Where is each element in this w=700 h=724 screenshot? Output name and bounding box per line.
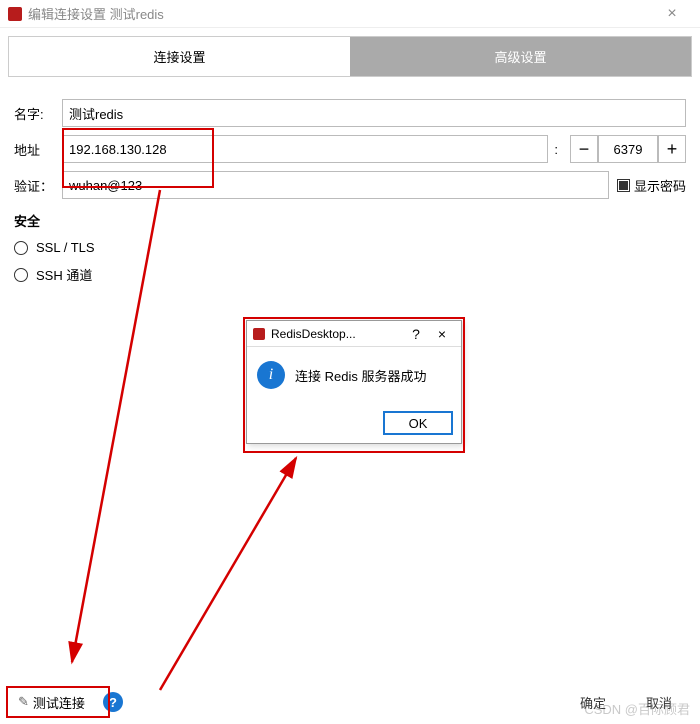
show-password-toggle[interactable]: 显示密码 [617, 176, 686, 195]
test-connection-button[interactable]: ✎ 测试连接 [8, 688, 95, 716]
titlebar: 编辑连接设置 测试redis × [0, 0, 700, 28]
close-icon[interactable]: × [652, 5, 692, 23]
test-label: 测试连接 [33, 693, 85, 712]
form: 名字: 地址 : − + 验证： 显示密码 安全 SSL / TLS SSH 通… [0, 85, 700, 300]
tab-connection[interactable]: 连接设置 [9, 37, 350, 76]
port-increment[interactable]: + [658, 135, 686, 163]
ssl-label: SSL / TLS [36, 240, 95, 255]
dialog-message: 连接 Redis 服务器成功 [295, 366, 426, 385]
info-icon: i [257, 361, 285, 389]
window-title: 编辑连接设置 测试redis [28, 4, 652, 23]
ssh-radio[interactable]: SSH 通道 [14, 265, 686, 284]
app-icon [253, 328, 265, 340]
tab-advanced[interactable]: 高级设置 [350, 37, 691, 76]
auth-input[interactable] [62, 171, 609, 199]
address-input[interactable] [62, 135, 548, 163]
dialog-title: RedisDesktop... [271, 327, 403, 341]
confirm-button[interactable]: 确定 [560, 688, 626, 716]
dialog-titlebar: RedisDesktop... ? × [247, 321, 461, 347]
auth-label: 验证： [14, 176, 62, 195]
tabs: 连接设置 高级设置 [8, 36, 692, 77]
address-label: 地址 [14, 140, 62, 159]
name-label: 名字: [14, 104, 62, 123]
show-password-label: 显示密码 [634, 176, 686, 195]
name-input[interactable] [62, 99, 686, 127]
message-dialog: RedisDesktop... ? × i 连接 Redis 服务器成功 OK [246, 320, 462, 444]
port-decrement[interactable]: − [570, 135, 598, 163]
radio-icon [14, 241, 28, 255]
wand-icon: ✎ [18, 694, 29, 710]
cancel-button[interactable]: 取消 [626, 688, 692, 716]
help-icon[interactable]: ? [103, 692, 123, 712]
radio-icon [14, 268, 28, 282]
ssh-label: SSH 通道 [36, 265, 92, 284]
ok-button[interactable]: OK [383, 411, 453, 435]
security-title: 安全 [14, 211, 686, 230]
close-icon[interactable]: × [429, 326, 455, 342]
help-icon[interactable]: ? [403, 326, 429, 342]
port-stepper: − + [570, 135, 686, 163]
footer-bar: ✎ 测试连接 ? 确定 取消 [0, 688, 700, 716]
app-icon [8, 7, 22, 21]
checkbox-icon [617, 179, 630, 192]
port-input[interactable] [598, 135, 658, 163]
ssl-radio[interactable]: SSL / TLS [14, 240, 686, 255]
port-separator: : [554, 142, 558, 157]
